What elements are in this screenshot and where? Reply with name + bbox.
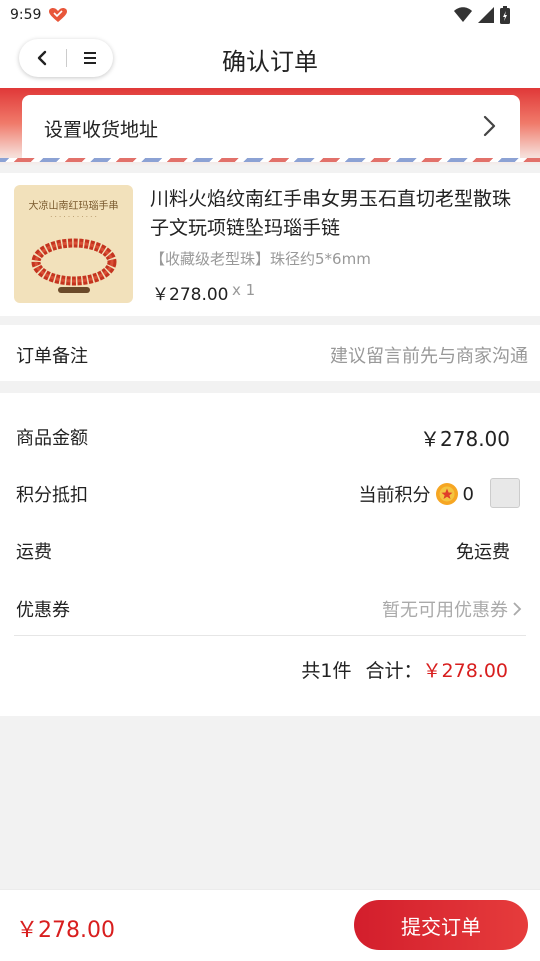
thumbnail-title: 大凉山南红玛瑙手串 <box>28 201 119 212</box>
points-label: 积分抵扣 <box>16 485 88 506</box>
heart-app-icon <box>49 8 67 22</box>
shipping-label: 运费 <box>16 542 52 563</box>
order-summary: 商品金额 ￥278.00 积分抵扣 当前积分 0 运费 免运费 优惠券 暂无可用… <box>0 393 540 716</box>
status-bar: 9:59 <box>0 0 540 30</box>
product-spec: 【收藏级老型珠】珠径约5*6mm <box>150 250 371 268</box>
bottom-price: ￥278.00 <box>16 918 115 943</box>
shipping-value: 免运费 <box>456 542 510 563</box>
product-card[interactable]: 大凉山南红玛瑙手串 · · · · · · · · · · · 川料火焰纹南红手… <box>0 173 540 316</box>
product-thumbnail[interactable]: 大凉山南红玛瑙手串 · · · · · · · · · · · <box>14 185 133 303</box>
signal-icon <box>478 7 494 23</box>
coupon-row[interactable]: 优惠券 暂无可用优惠券 <box>0 588 540 628</box>
address-selector[interactable]: 设置收货地址 <box>22 95 520 159</box>
product-price: ￥278.00 <box>152 285 229 305</box>
bracelet-image <box>31 238 117 286</box>
goods-amount-value: ￥278.00 <box>420 427 510 451</box>
order-remark[interactable]: 订单备注 建议留言前先与商家沟通 <box>0 325 540 381</box>
points-current: 当前积分 0 <box>359 481 474 507</box>
item-count: 共1件 <box>301 660 352 682</box>
thumbnail-decoration: · · · · · · · · · · · <box>50 213 97 221</box>
goods-amount-row: 商品金额 ￥278.00 <box>0 416 540 456</box>
points-current-label: 当前积分 <box>358 485 431 506</box>
submit-label: 提交订单 <box>401 914 481 939</box>
battery-icon <box>500 6 510 24</box>
coupon-value: 暂无可用优惠券 <box>382 596 522 622</box>
total-amount: ￥278.00 <box>422 660 508 682</box>
thumbnail-tag <box>58 287 90 293</box>
wifi-icon <box>454 7 472 22</box>
chevron-right-icon <box>483 115 496 137</box>
points-checkbox[interactable] <box>490 478 520 508</box>
product-name: 川料火焰纹南红手串女男玉石直切老型散珠子文玩项链坠玛瑙手链 <box>150 188 512 239</box>
address-label: 设置收货地址 <box>44 119 159 141</box>
status-time: 9:59 <box>10 7 42 23</box>
points-value: 0 <box>462 483 474 505</box>
bottom-bar: ￥278.00 提交订单 <box>0 889 540 961</box>
points-row: 积分抵扣 当前积分 0 <box>0 473 540 513</box>
order-total: 共1件 合计：￥278.00 <box>301 656 508 683</box>
system-icons <box>454 6 510 24</box>
nav-bar: 确认订单 <box>0 30 540 88</box>
envelope-stripe <box>0 158 540 162</box>
coupon-value-text: 暂无可用优惠券 <box>382 600 508 621</box>
product-quantity: x 1 <box>232 281 256 299</box>
shipping-row: 运费 免运费 <box>0 530 540 570</box>
summary-divider <box>14 635 526 636</box>
chevron-right-icon <box>513 602 522 616</box>
submit-order-button[interactable]: 提交订单 <box>354 900 528 950</box>
goods-amount-label: 商品金额 <box>16 428 88 449</box>
coin-icon <box>435 483 458 505</box>
remark-input[interactable]: 建议留言前先与商家沟通 <box>330 342 528 368</box>
coupon-label: 优惠券 <box>16 600 70 621</box>
total-label: 合计： <box>365 660 423 682</box>
remark-label: 订单备注 <box>16 346 88 367</box>
page-title: 确认订单 <box>222 48 318 76</box>
